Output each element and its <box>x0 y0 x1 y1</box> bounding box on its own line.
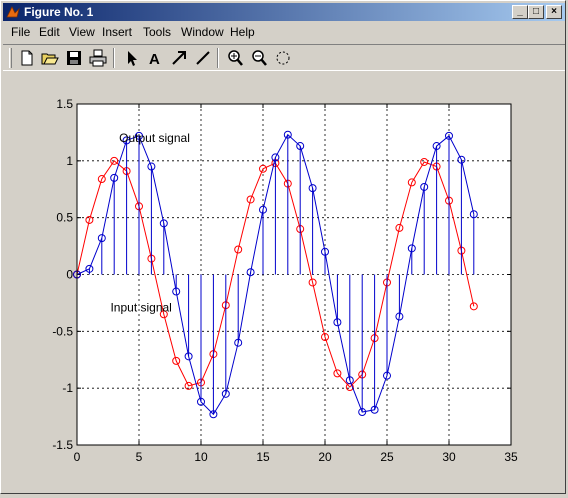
y-tick-label: 0.5 <box>56 211 73 225</box>
annotation-label: Output signal <box>119 131 190 145</box>
close-icon: × <box>551 6 557 17</box>
x-tick-label: 30 <box>442 450 456 464</box>
window-title: Figure No. 1 <box>24 5 94 19</box>
x-tick-label: 25 <box>380 450 394 464</box>
x-tick-label: 35 <box>504 450 518 464</box>
zoom-out-icon[interactable] <box>249 48 269 68</box>
figure-window: Figure No. 1 _ □ × File Edit View Insert… <box>0 0 566 494</box>
save-icon[interactable] <box>64 48 84 68</box>
menu-edit[interactable]: Edit <box>39 25 60 39</box>
plot-canvas: 0 5 10 15 20 25 30 35 1.5 1 0.5 0 -0.5 -1 -1.5 Output s… <box>52 97 518 464</box>
toolbar: A <box>3 44 565 71</box>
minimize-button[interactable]: _ <box>512 5 528 19</box>
y-tick-label: -1.5 <box>52 438 73 452</box>
menu-window[interactable]: Window <box>181 25 224 39</box>
y-tick-label: 1.5 <box>56 97 73 111</box>
rotate-icon[interactable] <box>273 48 293 68</box>
matlab-icon <box>6 6 20 18</box>
y-tick-label: 0 <box>66 268 73 282</box>
menu-bar: File Edit View Insert Tools Window Help <box>3 23 565 42</box>
x-tick-label: 10 <box>194 450 208 464</box>
toolbar-separator <box>217 48 219 68</box>
toolbar-grip[interactable] <box>9 48 12 68</box>
x-tick-label: 0 <box>74 450 81 464</box>
select-arrow-icon[interactable] <box>121 48 141 68</box>
print-icon[interactable] <box>88 48 108 68</box>
insert-line-icon[interactable] <box>193 48 213 68</box>
y-tick-label: -1 <box>62 381 73 395</box>
annotation-label: Input signal <box>110 300 171 314</box>
svg-text:A: A <box>149 51 160 68</box>
x-tick-label: 15 <box>256 450 270 464</box>
title-bar[interactable]: Figure No. 1 _ □ × <box>3 3 565 21</box>
y-tick-label: -0.5 <box>52 324 73 338</box>
new-figure-icon[interactable] <box>17 48 37 68</box>
close-button[interactable]: × <box>546 5 562 19</box>
x-tick-label: 20 <box>318 450 332 464</box>
minimize-icon: _ <box>517 6 523 17</box>
menu-insert[interactable]: Insert <box>102 25 132 39</box>
menu-help[interactable]: Help <box>230 25 255 39</box>
x-tick-label: 5 <box>136 450 143 464</box>
maximize-icon: □ <box>532 6 540 17</box>
insert-text-icon[interactable]: A <box>145 48 165 68</box>
menu-file[interactable]: File <box>11 25 30 39</box>
figure-area: 0 5 10 15 20 25 30 35 1.5 1 0.5 0 -0.5 -1 -1.5 Output s… <box>3 73 565 493</box>
y-tick-label: 1 <box>66 154 73 168</box>
menu-view[interactable]: View <box>69 25 95 39</box>
menu-tools[interactable]: Tools <box>143 25 171 39</box>
insert-arrow-icon[interactable] <box>169 48 189 68</box>
zoom-in-icon[interactable] <box>225 48 245 68</box>
maximize-button[interactable]: □ <box>528 5 544 19</box>
toolbar-separator <box>113 48 115 68</box>
open-icon[interactable] <box>40 48 60 68</box>
